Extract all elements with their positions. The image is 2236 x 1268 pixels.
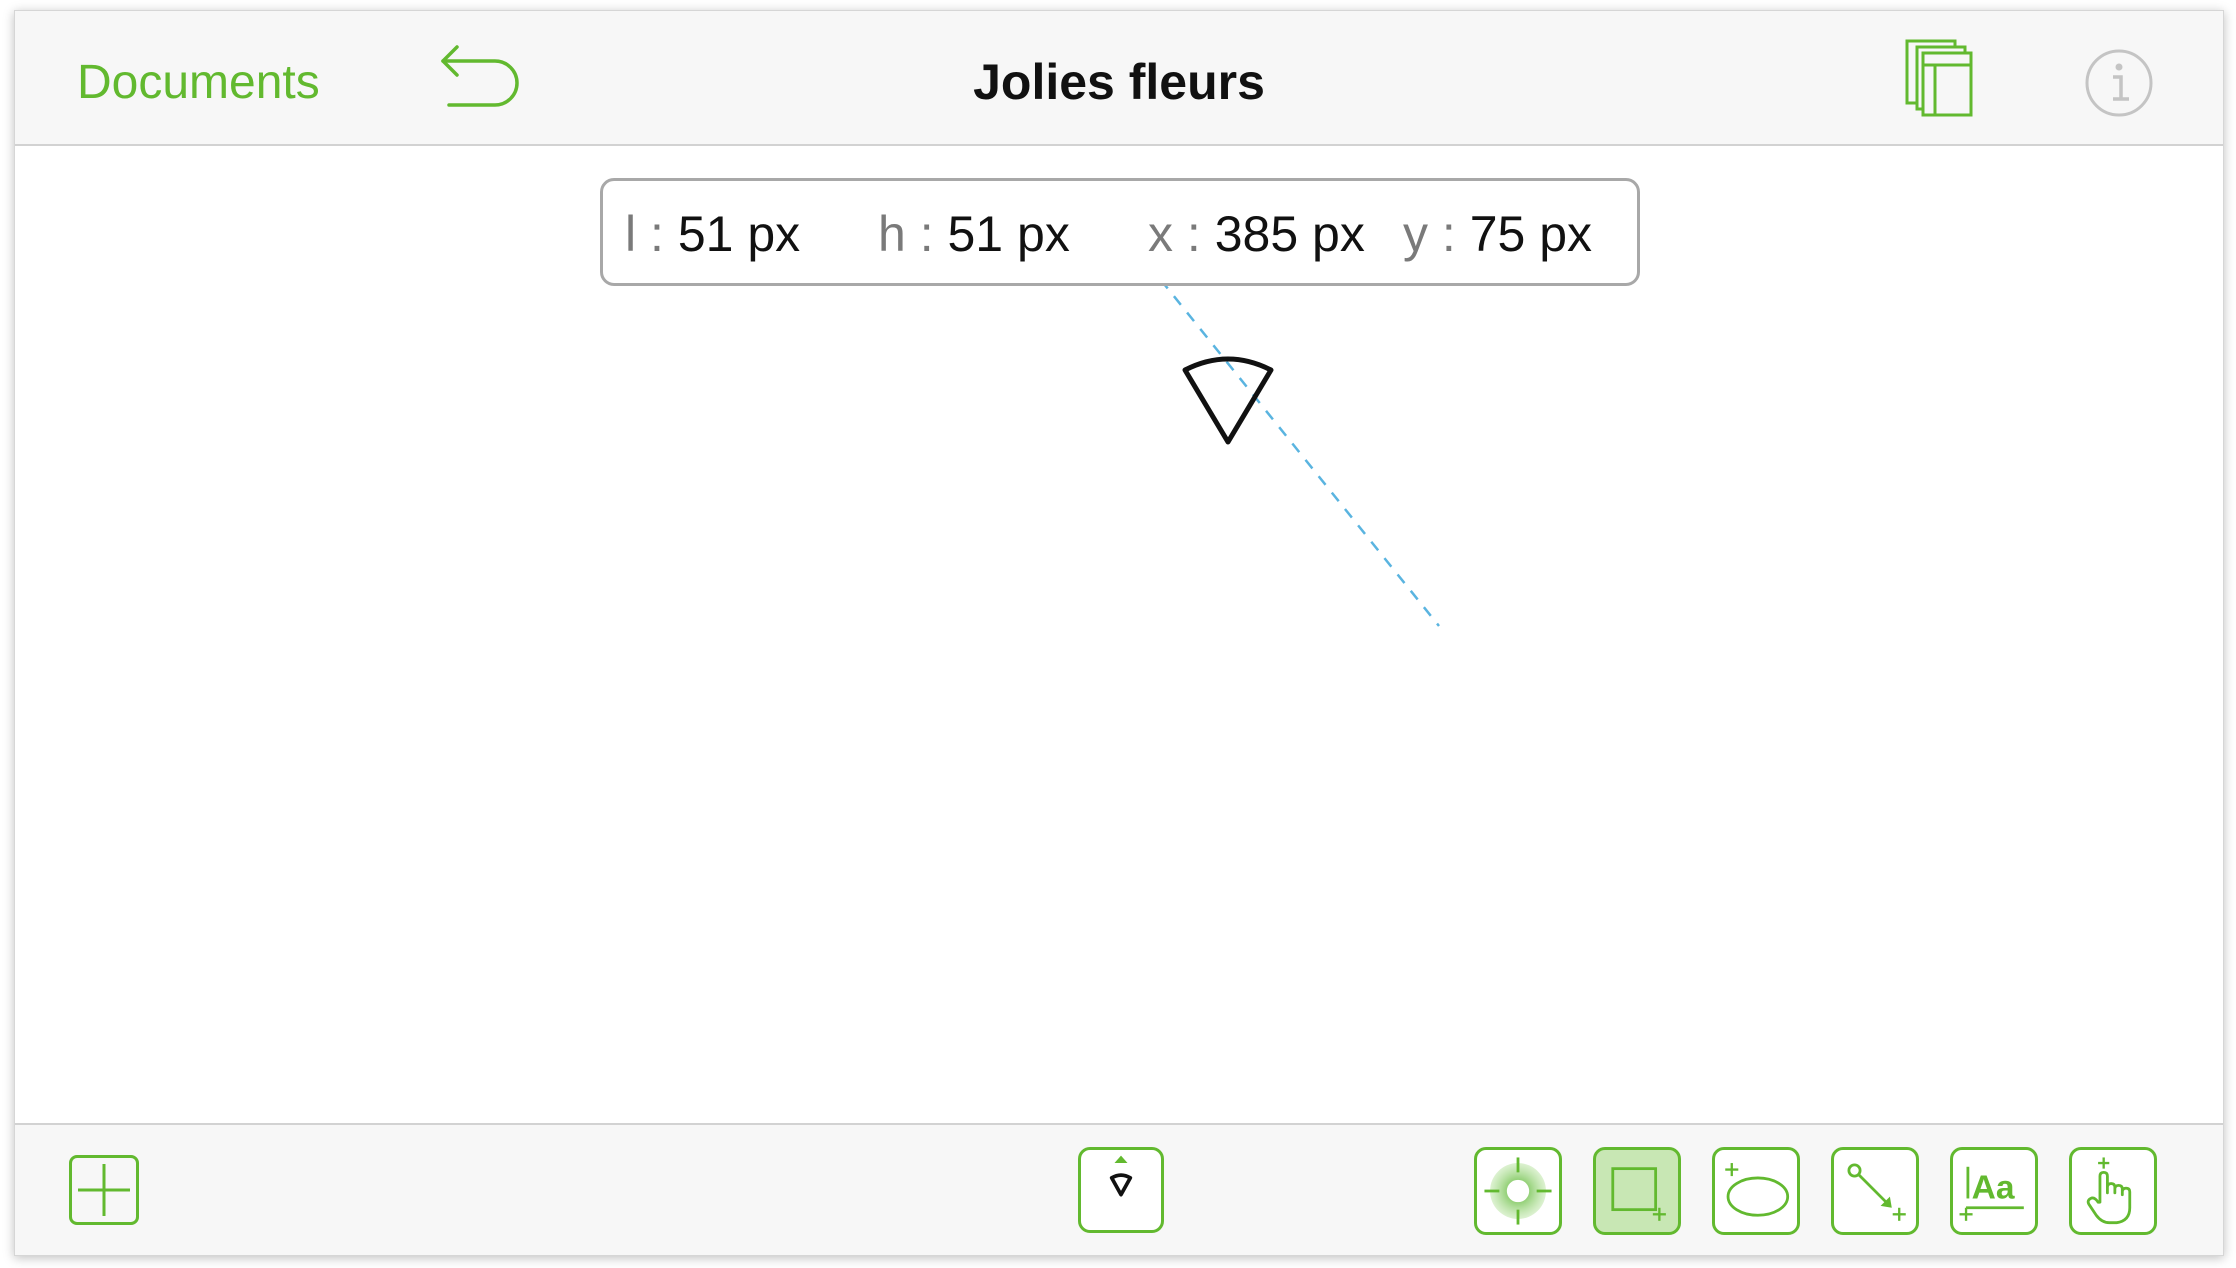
navigation-bar: Documents Jolies fleurs (15, 11, 2223, 146)
y-readout: y : 75 px (1403, 206, 1593, 262)
touch-tool[interactable] (2069, 1147, 2157, 1235)
bottom-toolbar: Aa (15, 1123, 2223, 1255)
style-target-icon (1484, 1157, 1552, 1225)
line-plus-icon (1847, 1163, 1906, 1221)
shape-icon (1109, 1155, 1133, 1197)
app-window: Documents Jolies fleurs l: 51 px h: 51… (14, 10, 2224, 1256)
shape-tool[interactable] (1078, 1147, 1164, 1233)
add-canvas-button[interactable] (69, 1155, 139, 1225)
hand-pointer-icon (2086, 1157, 2132, 1225)
add-canvas-icon (78, 1164, 130, 1216)
height-readout: h : 51 px (878, 206, 1070, 262)
line-tool[interactable] (1831, 1147, 1919, 1235)
x-readout: x : 385 px (1148, 206, 1365, 262)
drawing-canvas[interactable]: l : 51 px h : 51 px x : 385 px y : 75 px (15, 148, 2223, 1128)
width-readout: l : 51 px (625, 206, 801, 262)
info-button[interactable] (2083, 47, 2155, 119)
lasso-tool[interactable] (1712, 1147, 1800, 1235)
style-tool[interactable] (1474, 1147, 1562, 1235)
dimensions-bar: l : 51 px h : 51 px x : 385 px y : 75 px (600, 178, 1640, 286)
svg-text:Aa: Aa (1972, 1169, 2015, 1206)
lasso-plus-icon (1725, 1163, 1790, 1217)
rectangle-tool[interactable] (1593, 1147, 1681, 1235)
document-title: Jolies fleurs (973, 54, 1265, 110)
rectangle-plus-icon (1611, 1167, 1666, 1221)
text-tool[interactable]: Aa (1950, 1147, 2038, 1235)
canvas-drawing (1094, 197, 1440, 627)
layers-icon (1905, 39, 1973, 117)
canvases-button[interactable] (1903, 37, 1983, 117)
text-aa-icon: Aa (1959, 1166, 2024, 1221)
info-icon (2085, 49, 2153, 117)
